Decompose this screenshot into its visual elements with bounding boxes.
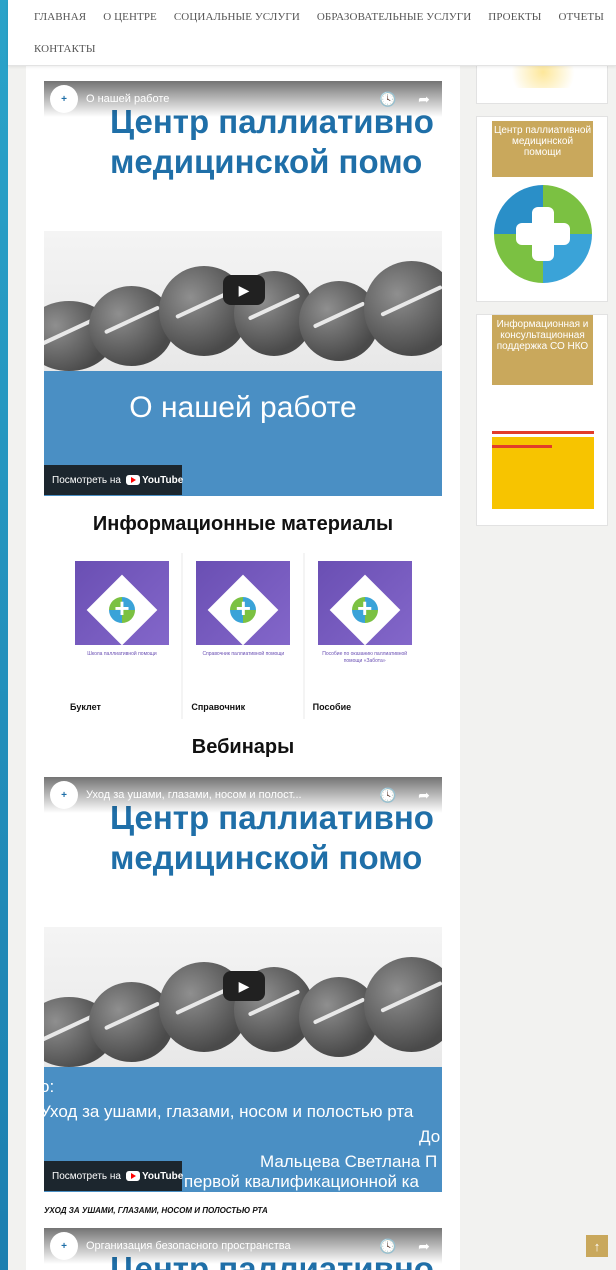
youtube-logo-icon: YouTube	[126, 475, 183, 486]
medical-cross-icon	[230, 593, 257, 624]
video-top-bar: + Уход за ушами, глазами, носом и полост…	[44, 777, 442, 813]
nav-item-about[interactable]: О ЦЕНТРЕ	[103, 11, 157, 23]
youtube-label: YouTube	[142, 1170, 184, 1182]
cover-text: Справочник паллиативной помощи	[202, 651, 285, 657]
nko-document-thumbnail[interactable]	[492, 405, 594, 509]
webinar-caption: УХОД ЗА УШАМИ, ГЛАЗАМИ, НОСОМ И ПОЛОСТЬЮ…	[44, 1206, 268, 1215]
watch-later-icon[interactable]: 🕓	[370, 91, 406, 108]
nav-row-1: ГЛАВНАЯ О ЦЕНТРЕ СОЦИАЛЬНЫЕ УСЛУГИ ОБРАЗ…	[8, 0, 616, 34]
channel-logo-icon[interactable]: +	[50, 781, 78, 809]
medical-cross-icon	[109, 593, 135, 624]
video-brand-line-2: медицинской помо	[110, 839, 423, 876]
watch-on-youtube-button[interactable]: Посмотреть на YouTube	[44, 1161, 183, 1191]
nav-item-education-services[interactable]: ОБРАЗОВАТЕЛЬНЫЕ УСЛУГИ	[317, 11, 471, 23]
video-subtitle-2: До	[419, 1127, 441, 1146]
channel-logo-icon[interactable]: +	[50, 85, 78, 113]
channel-logo-icon[interactable]: +	[50, 1232, 78, 1260]
medical-cross-logo-icon[interactable]	[494, 185, 592, 283]
video-subtitle-4: первой квалификационной ка	[184, 1172, 419, 1191]
youtube-logo-icon: YouTube	[126, 1171, 183, 1182]
top-navigation: ГЛАВНАЯ О ЦЕНТРЕ СОЦИАЛЬНЫЕ УСЛУГИ ОБРАЗ…	[8, 0, 616, 66]
share-icon[interactable]: ➦	[406, 787, 442, 804]
medical-cross-icon	[351, 593, 378, 624]
share-icon[interactable]: ➦	[406, 91, 442, 108]
manual-cover-image[interactable]: Пособие по оказанию паллиативной помощи …	[317, 561, 412, 693]
nav-row-2: КОНТАКТЫ	[8, 34, 616, 64]
left-edge-stripe	[0, 0, 8, 1270]
webinars-heading: Вебинары	[191, 736, 295, 758]
watch-on-label: Посмотреть на	[52, 474, 121, 486]
video-subtitle-1: Уход за ушами, глазами, носом и полостью…	[44, 1102, 414, 1121]
play-button-icon[interactable]: ▶	[223, 275, 265, 305]
widget-title[interactable]: Центр паллиативной медицинской помощи	[492, 121, 593, 177]
booklet-cover-image[interactable]: Школа паллиативной помощи	[75, 561, 169, 693]
scroll-to-top-button[interactable]: ↑	[586, 1235, 608, 1257]
main-content: Центр паллиативно медицинской помо + О н…	[26, 66, 460, 1270]
material-card-booklet[interactable]: Школа паллиативной помощи Буклет	[62, 553, 182, 719]
nav-item-reports[interactable]: ОТЧЕТЫ	[559, 11, 604, 23]
video-player-safe-space[interactable]: Центр паллиативно + Организация безопасн…	[44, 1228, 442, 1270]
watch-later-icon[interactable]: 🕓	[370, 1238, 406, 1255]
cover-text: Школа паллиативной помощи	[87, 651, 157, 657]
video-title[interactable]: Организация безопасного пространства	[86, 1240, 370, 1252]
cover-text: Пособие по оказанию паллиативной помощи …	[322, 651, 408, 664]
video-title[interactable]: Уход за ушами, глазами, носом и полост..…	[86, 789, 370, 801]
nav-item-home[interactable]: ГЛАВНАЯ	[34, 11, 86, 23]
play-button-icon[interactable]: ▶	[223, 971, 265, 1001]
video-title[interactable]: О нашей работе	[86, 93, 370, 105]
material-card-manual[interactable]: Пособие по оказанию паллиативной помощи …	[304, 553, 424, 719]
share-icon[interactable]: ➦	[406, 1238, 442, 1255]
watch-on-label: Посмотреть на	[52, 1170, 121, 1182]
info-materials-heading: Информационные материалы	[92, 513, 394, 535]
video-caption: О нашей работе	[129, 391, 357, 424]
watch-on-youtube-button[interactable]: Посмотреть на YouTube	[44, 465, 183, 495]
handbook-cover-image[interactable]: Справочник паллиативной помощи	[196, 561, 291, 693]
material-card-label[interactable]: Буклет	[70, 702, 101, 712]
nav-item-social-services[interactable]: СОЦИАЛЬНЫЕ УСЛУГИ	[174, 11, 300, 23]
nav-item-contacts[interactable]: КОНТАКТЫ	[34, 43, 96, 55]
widget-title[interactable]: Информационная и консультационная поддер…	[492, 315, 593, 385]
sidebar-widget-nko-support[interactable]: Информационная и консультационная поддер…	[476, 314, 608, 526]
info-materials-cards: Школа паллиативной помощи Буклет Справоч…	[62, 553, 424, 719]
youtube-label: YouTube	[142, 474, 184, 486]
video-subtitle-3: Мальцева Светлана П	[260, 1152, 438, 1171]
watch-later-icon[interactable]: 🕓	[370, 787, 406, 804]
video-top-bar: + Организация безопасного пространства 🕓…	[44, 1228, 442, 1264]
video-player-webinar[interactable]: Центр паллиативно медицинской помо + Ухо…	[44, 777, 442, 1192]
material-card-handbook[interactable]: Справочник паллиативной помощи Справочни…	[183, 553, 303, 719]
nav-item-projects[interactable]: ПРОЕКТЫ	[488, 11, 541, 23]
video-top-bar: + О нашей работе 🕓 ➦	[44, 81, 442, 117]
material-card-label[interactable]: Пособие	[313, 702, 351, 712]
sidebar-widget-palliative-center[interactable]: Центр паллиативной медицинской помощи	[476, 116, 608, 302]
material-card-label[interactable]: Справочник	[191, 702, 245, 712]
video-player-about[interactable]: Центр паллиативно медицинской помо + О н…	[44, 81, 442, 496]
video-brand-line-2: медицинской помо	[110, 143, 423, 180]
